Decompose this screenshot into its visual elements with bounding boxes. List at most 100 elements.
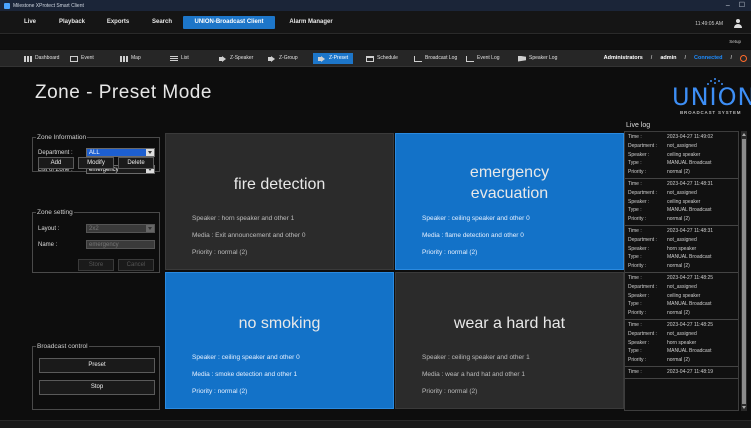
maximize-button[interactable]: ☐: [739, 1, 745, 10]
log-key: Priority :: [628, 310, 647, 317]
live-log-scrollbar[interactable]: [741, 131, 747, 411]
log-value: 2023-04-27 11:48:19: [667, 368, 714, 375]
toolbar-schedule-label: Schedule: [377, 55, 398, 61]
log-key: Time :: [628, 227, 642, 234]
toolbar-map[interactable]: Map: [120, 53, 141, 64]
log-value: ceiling speaker: [667, 151, 701, 158]
window-title: Milestone XProtect Smart Client: [13, 2, 84, 9]
dashboard-icon: [24, 55, 32, 62]
toolbar-schedule[interactable]: Schedule: [366, 53, 398, 64]
log-key: Type :: [628, 301, 642, 308]
toolbar-event-log[interactable]: Event Log: [466, 53, 500, 64]
toolbar-speaker-log-label: Speaker Log: [529, 55, 558, 61]
menu-union-broadcast-client[interactable]: UNION-Broadcast Client: [183, 16, 275, 29]
toolbar-event[interactable]: Event: [70, 53, 94, 64]
zone-media: Media : smoke detection and other 1: [192, 371, 298, 378]
log-key: Priority :: [628, 169, 647, 176]
log-value: MANUAL Broadcast: [667, 348, 712, 355]
toolbar-list[interactable]: List: [170, 53, 189, 64]
menu-playback[interactable]: Playback: [54, 16, 90, 29]
log-value: not_assigned: [667, 189, 697, 196]
group-icon: [268, 55, 276, 62]
broadcast-control-legend: Broadcast control: [36, 342, 89, 351]
log-row-type: Type : MANUAL Broadcast: [625, 206, 738, 215]
menu-search[interactable]: Search: [146, 16, 178, 29]
setup-link[interactable]: Setup: [729, 39, 741, 44]
preset-broadcast-button[interactable]: Preset: [39, 358, 155, 373]
toolbar-speaker-log[interactable]: Speaker Log: [518, 53, 557, 64]
scroll-up-icon[interactable]: [742, 133, 746, 136]
zone-information-legend: Zone Information: [36, 133, 88, 142]
modify-zone-button[interactable]: Modify: [78, 157, 114, 169]
delete-zone-button[interactable]: Delete: [118, 157, 154, 169]
power-icon[interactable]: [740, 55, 747, 62]
stop-broadcast-button[interactable]: Stop: [39, 380, 155, 395]
user-icon[interactable]: [733, 19, 743, 28]
zone-tile-wear-a-hard-hat[interactable]: wear a hard hat Speaker : ceiling speake…: [395, 272, 624, 409]
menu-exports[interactable]: Exports: [101, 16, 135, 29]
live-log-list[interactable]: Time : 2023-04-27 11:49:02 Department : not…: [624, 131, 739, 411]
add-zone-button[interactable]: Add: [38, 157, 74, 169]
speaker-log-icon: [518, 55, 526, 62]
zone-media: Media : Exit announcement and other 0: [192, 232, 306, 239]
log-row-priority: Priority : normal (2): [625, 215, 738, 224]
zone-tile-fire-detection[interactable]: fire detection Speaker : horn speaker an…: [165, 133, 394, 270]
log-key: Speaker :: [628, 339, 650, 346]
log-entry: Time : 2023-04-27 11:48:19: [625, 367, 738, 379]
log-key: Speaker :: [628, 198, 650, 205]
toolbar-z-preset[interactable]: Z-Preset: [313, 53, 354, 64]
zone-media: Media : flame detection and other 0: [422, 232, 524, 239]
toolbar-z-group[interactable]: Z-Group: [268, 53, 298, 64]
log-key: Department :: [628, 236, 657, 243]
layout-label: Layout :: [38, 226, 60, 232]
log-row-type: Type : MANUAL Broadcast: [625, 347, 738, 356]
log-key: Priority :: [628, 357, 647, 364]
log-key: Type :: [628, 254, 642, 261]
zone-media: Media : wear a hard hat and other 1: [422, 371, 525, 378]
log-key: Type :: [628, 207, 642, 214]
toolbar-z-speaker[interactable]: Z-Speaker: [219, 53, 253, 64]
chevron-down-icon: [146, 225, 154, 232]
zone-name-value: emergency: [89, 242, 119, 248]
department-select[interactable]: ALL: [86, 148, 155, 157]
log-row-time: Time : 2023-04-27 11:48:31: [625, 227, 738, 236]
menu-live[interactable]: Live: [17, 16, 43, 29]
scroll-down-icon[interactable]: [742, 406, 746, 409]
toolbar-z-speaker-label: Z-Speaker: [230, 55, 254, 61]
zone-priority: Priority : normal (2): [422, 249, 478, 256]
toolbar-broadcast-log[interactable]: Broadcast Log: [414, 53, 457, 64]
toolbar-list-label: List: [181, 55, 189, 61]
log-row-time: Time : 2023-04-27 11:48:19: [625, 368, 738, 377]
menu-alarm-manager[interactable]: Alarm Manager: [281, 16, 341, 29]
event-icon: [70, 55, 78, 62]
toolbar-dashboard[interactable]: Dashboard: [24, 53, 59, 64]
log-row-type: Type : MANUAL Broadcast: [625, 159, 738, 168]
log-value: 2023-04-27 11:48:25: [667, 321, 714, 328]
log-value: MANUAL Broadcast: [667, 301, 712, 308]
calendar-icon: [366, 55, 374, 62]
scroll-thumb[interactable]: [742, 139, 746, 404]
toolbar-event-label: Event: [81, 55, 94, 61]
toolbar-map-label: Map: [131, 55, 141, 61]
log-entry: Time : 2023-04-27 11:48:31 Department : not…: [625, 179, 738, 226]
layout-value: 2x2: [89, 226, 99, 232]
log-value: MANUAL Broadcast: [667, 207, 712, 214]
minimize-button[interactable]: –: [726, 1, 730, 10]
zone-speaker: Speaker : horn speaker and other 1: [192, 215, 295, 222]
log-row-time: Time : 2023-04-27 11:49:02: [625, 133, 738, 142]
toolbar-dashboard-label: Dashboard: [35, 55, 60, 61]
log-row-department: Department : not_assigned: [625, 236, 738, 245]
log-value: MANUAL Broadcast: [667, 160, 712, 167]
log-entry: Time : 2023-04-27 11:48:25 Department : not…: [625, 273, 738, 320]
log-value: 2023-04-27 11:48:25: [667, 274, 714, 281]
zone-tile-no-smoking[interactable]: no smoking Speaker : ceiling speaker and…: [165, 272, 394, 409]
zone-tile-emergency-evacuation[interactable]: emergency evacuation Speaker : ceiling s…: [395, 133, 624, 270]
log-row-speaker: Speaker : ceiling speaker: [625, 151, 738, 160]
page-title: Zone - Preset Mode: [35, 82, 212, 103]
brand-tagline: BROADCAST SYSTEM: [680, 110, 742, 115]
log-key: Department :: [628, 189, 657, 196]
status-bar: [0, 420, 751, 428]
log-key: Speaker :: [628, 245, 650, 252]
log-value: normal (2): [667, 169, 690, 176]
zone-title: wear a hard hat: [453, 315, 566, 332]
